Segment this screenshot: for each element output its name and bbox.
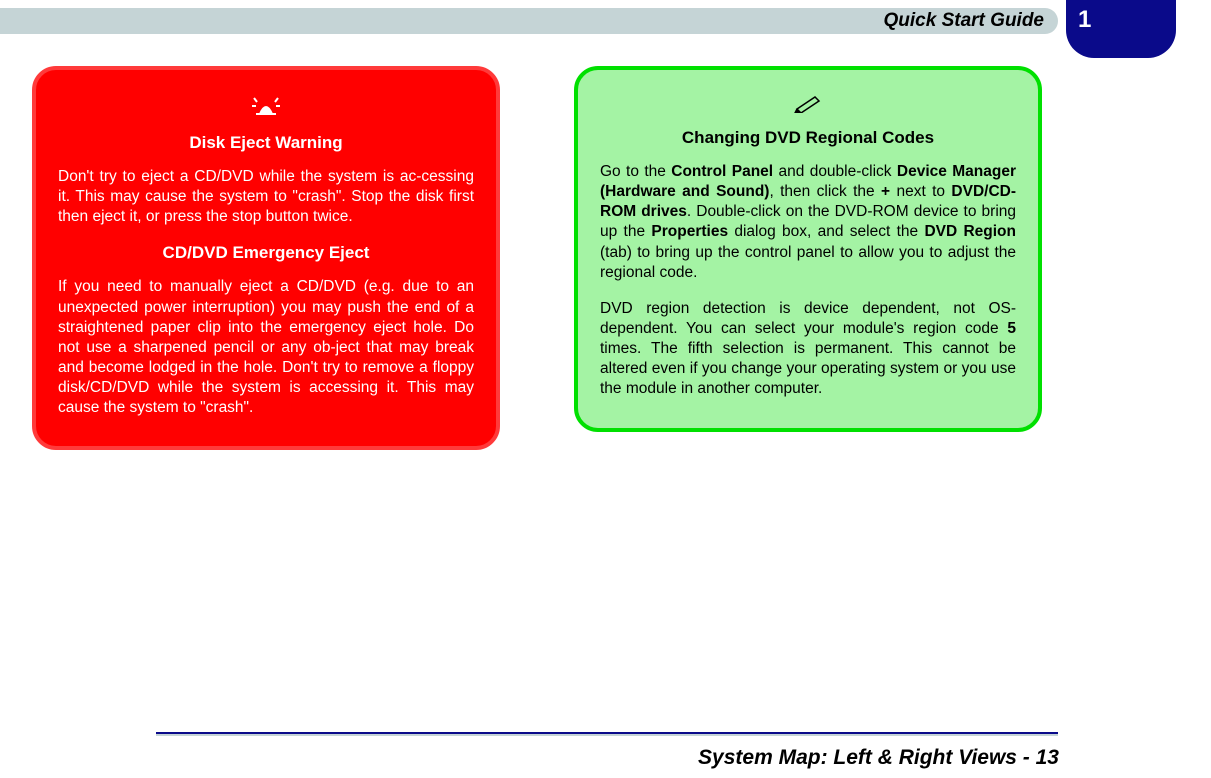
chapter-tab: 1 — [1066, 0, 1176, 58]
note-card: Changing DVD Regional Codes Go to the Co… — [574, 66, 1042, 432]
warning-title-2: CD/DVD Emergency Eject — [58, 243, 474, 263]
pencil-icon — [600, 92, 1016, 120]
note-para-1: Go to the Control Panel and double-click… — [600, 162, 1016, 283]
header-bar: Quick Start Guide — [0, 8, 1058, 34]
note-title: Changing DVD Regional Codes — [600, 128, 1016, 148]
footer-rule — [156, 732, 1058, 736]
header-title: Quick Start Guide — [884, 10, 1044, 32]
warning-card: Disk Eject Warning Don't try to eject a … — [32, 66, 500, 450]
alarm-icon — [58, 92, 474, 125]
chapter-number: 1 — [1078, 6, 1091, 34]
note-para-2: DVD region detection is device dependent… — [600, 299, 1016, 400]
footer-text: System Map: Left & Right Views - 13 — [698, 746, 1059, 770]
warning-para-1: Don't try to eject a CD/DVD while the sy… — [58, 167, 474, 227]
warning-para-2: If you need to manually eject a CD/DVD (… — [58, 277, 474, 418]
warning-title-1: Disk Eject Warning — [58, 133, 474, 153]
